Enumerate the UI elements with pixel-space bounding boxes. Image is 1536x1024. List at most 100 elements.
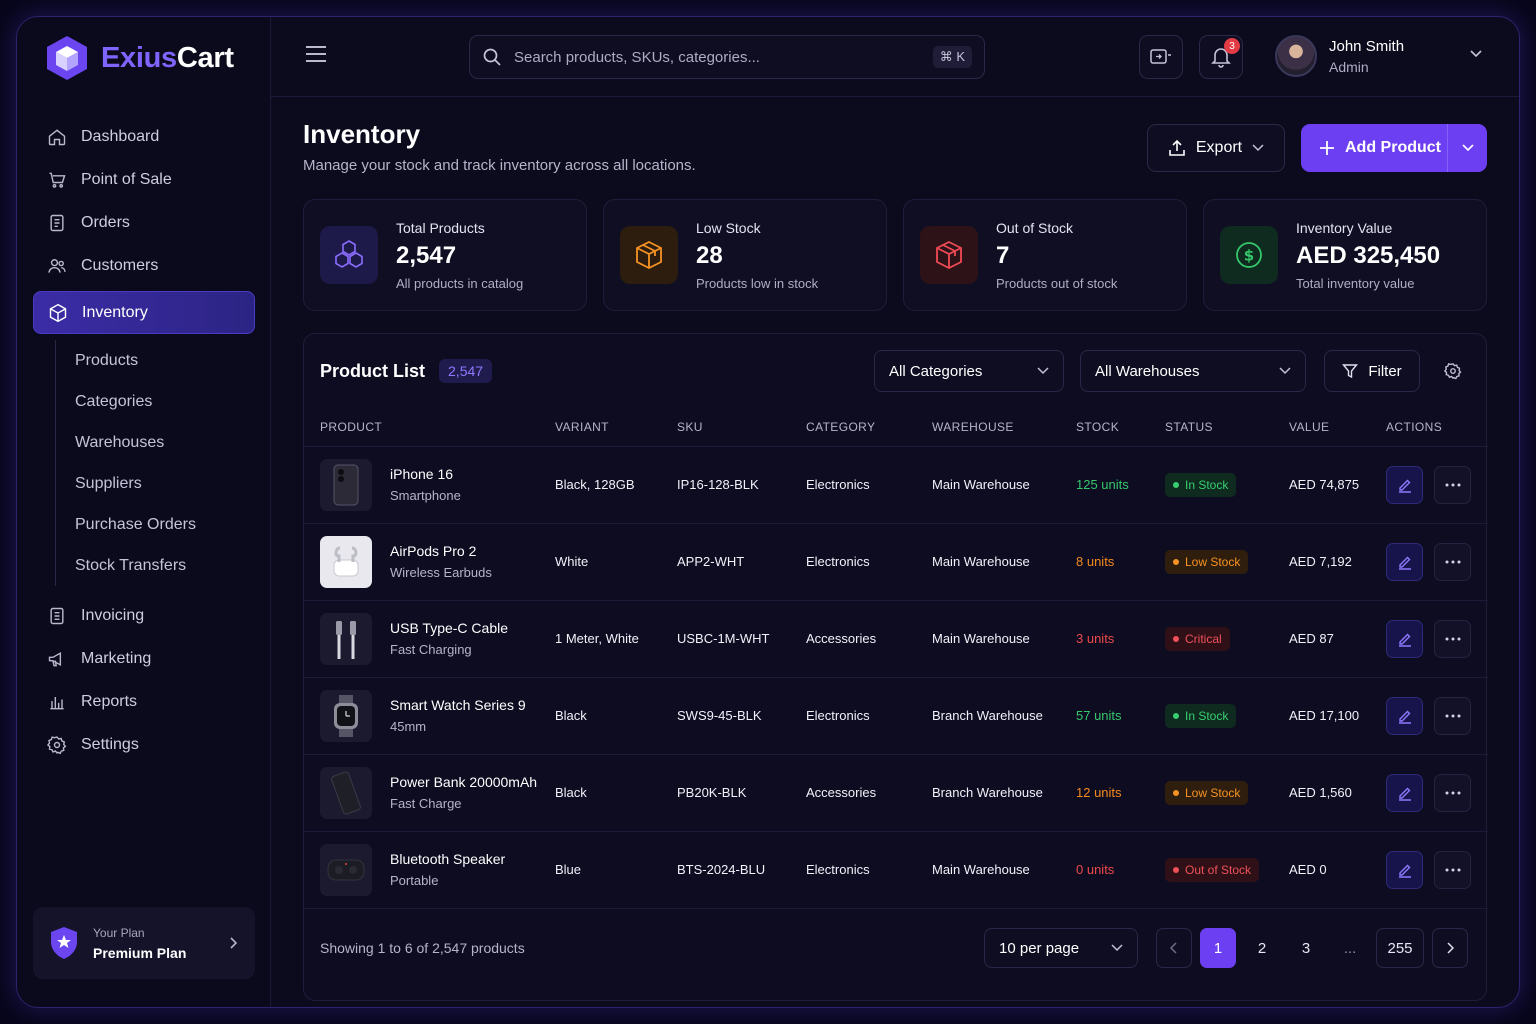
export-button[interactable]: Export (1147, 124, 1285, 172)
stat-icon-wrap (620, 226, 678, 284)
prev-page-button[interactable] (1156, 928, 1192, 968)
edit-button[interactable] (1386, 619, 1423, 658)
edit-button[interactable] (1386, 465, 1423, 504)
product-name[interactable]: Smart Watch Series 9 (390, 697, 526, 713)
box-icon (49, 303, 67, 322)
product-name[interactable]: Bluetooth Speaker (390, 851, 505, 867)
variant-cell: 1 Meter, White (555, 600, 677, 678)
more-options-button[interactable] (1434, 542, 1471, 581)
page-button-last[interactable]: 255 (1376, 928, 1424, 968)
subnav-item-stock-transfers[interactable]: Stock Transfers (56, 545, 255, 586)
table-row[interactable]: AirPods Pro 2 Wireless Earbuds White APP2… (304, 523, 1488, 601)
plan-card[interactable]: Your Plan Premium Plan (33, 907, 255, 979)
edit-button[interactable] (1386, 850, 1423, 889)
hamburger-menu-icon[interactable] (305, 45, 327, 63)
category-cell: Electronics (806, 523, 932, 601)
page-button-2[interactable]: 2 (1244, 928, 1280, 968)
row-actions (1386, 465, 1488, 504)
table-row[interactable]: Bluetooth Speaker Portable Blue BTS-2024-… (304, 831, 1488, 909)
nav-item-point-of-sale[interactable]: Point of Sale (33, 158, 255, 201)
table-row[interactable]: iPhone 16 Smartphone Black, 128GB IP16-12… (304, 446, 1488, 524)
category-cell: Accessories (806, 600, 932, 678)
subnav-item-categories[interactable]: Categories (56, 381, 255, 422)
filter-button[interactable]: Filter (1324, 350, 1420, 392)
chevron-down-icon (1252, 144, 1264, 152)
stat-card-low-stock: Low Stock 28 Products low in stock (603, 199, 887, 311)
category-select[interactable]: All Categories (874, 350, 1064, 392)
nav-item-customers[interactable]: Customers (33, 244, 255, 287)
edit-button[interactable] (1386, 542, 1423, 581)
stat-icon-wrap (920, 226, 978, 284)
row-actions (1386, 850, 1488, 889)
subnav-item-purchase-orders[interactable]: Purchase Orders (56, 504, 255, 545)
product-name[interactable]: USB Type-C Cable (390, 620, 508, 636)
product-name[interactable]: iPhone 16 (390, 466, 461, 482)
table-row[interactable]: Smart Watch Series 9 45mm Black SWS9-45-B… (304, 677, 1488, 755)
chevron-down-icon[interactable] (1469, 49, 1483, 59)
column-header-category[interactable]: CATEGORY (806, 408, 932, 447)
column-header-status[interactable]: STATUS (1165, 408, 1289, 447)
more-options-button[interactable] (1434, 696, 1471, 735)
status-dot (1173, 789, 1179, 796)
more-options-button[interactable] (1434, 773, 1471, 812)
product-name[interactable]: Power Bank 20000mAh (390, 774, 537, 790)
search-bar[interactable]: ⌘ K (469, 35, 985, 79)
ellipsis-icon (1445, 560, 1460, 563)
subnav-item-warehouses[interactable]: Warehouses (56, 422, 255, 463)
pos-terminal-button[interactable] (1139, 35, 1183, 79)
product-subtitle: 45mm (390, 719, 427, 734)
chevron-down-icon (1461, 144, 1474, 152)
value-cell: AED 17,100 (1289, 677, 1386, 755)
page-button-3[interactable]: 3 (1288, 928, 1324, 968)
table-settings-button[interactable] (1434, 350, 1472, 392)
table-row[interactable]: USB Type-C Cable Fast Charging 1 Meter, W… (304, 600, 1488, 678)
more-options-button[interactable] (1434, 465, 1471, 504)
status-dot (1173, 635, 1179, 642)
user-menu[interactable]: John Smith Admin (1275, 35, 1404, 77)
variant-cell: White (555, 523, 677, 601)
nav-item-invoicing[interactable]: Invoicing (33, 594, 255, 637)
product-name[interactable]: AirPods Pro 2 (390, 543, 492, 559)
add-product-main[interactable]: Add Product (1301, 124, 1447, 172)
smartwatch-icon (334, 694, 358, 737)
nav-item-reports[interactable]: Reports (33, 680, 255, 723)
brand-logo[interactable]: ExiusCart (45, 33, 234, 83)
warehouse-select[interactable]: All Warehouses (1080, 350, 1306, 392)
column-header-value[interactable]: VALUE (1289, 408, 1386, 447)
warehouse-cell: Main Warehouse (932, 523, 1076, 601)
status-dot (1173, 866, 1179, 873)
search-input[interactable] (514, 48, 933, 66)
earbuds-case-icon (333, 546, 359, 576)
subnav-item-products[interactable]: Products (56, 340, 255, 381)
status-text: In Stock (1185, 708, 1229, 723)
nav-item-orders[interactable]: Orders (33, 201, 255, 244)
edit-button[interactable] (1386, 696, 1423, 735)
more-options-button[interactable] (1434, 619, 1471, 658)
column-header-stock[interactable]: STOCK (1076, 408, 1165, 447)
next-page-button[interactable] (1432, 928, 1468, 968)
column-header-product[interactable]: PRODUCT (304, 408, 555, 447)
nav-item-dashboard[interactable]: Dashboard (33, 115, 255, 158)
screen-icon (1150, 49, 1171, 64)
notification-count-badge: 3 (1224, 38, 1240, 54)
page-button-1[interactable]: 1 (1200, 928, 1236, 968)
category-cell: Electronics (806, 677, 932, 755)
edit-button[interactable] (1386, 773, 1423, 812)
nav-item-inventory[interactable]: Inventory (33, 291, 255, 334)
column-header-sku[interactable]: SKU (677, 408, 806, 447)
per-page-select[interactable]: 10 per page (984, 928, 1138, 968)
table-row[interactable]: Power Bank 20000mAh Fast Charge Black PB2… (304, 754, 1488, 832)
column-header-variant[interactable]: VARIANT (555, 408, 677, 447)
subnav-item-suppliers[interactable]: Suppliers (56, 463, 255, 504)
more-options-button[interactable] (1434, 850, 1471, 889)
status-dot (1173, 712, 1179, 719)
add-product-dropdown[interactable] (1447, 124, 1487, 172)
add-product-button[interactable]: Add Product (1301, 124, 1487, 172)
stat-label: Inventory Value (1296, 219, 1393, 236)
product-subtitle: Smartphone (390, 488, 461, 503)
notifications-button[interactable]: 3 (1199, 35, 1243, 79)
nav-item-settings[interactable]: Settings (33, 723, 255, 766)
column-header-warehouse[interactable]: WAREHOUSE (932, 408, 1076, 447)
topbar: ⌘ K 3 John Smith Admin (271, 17, 1519, 97)
nav-item-marketing[interactable]: Marketing (33, 637, 255, 680)
